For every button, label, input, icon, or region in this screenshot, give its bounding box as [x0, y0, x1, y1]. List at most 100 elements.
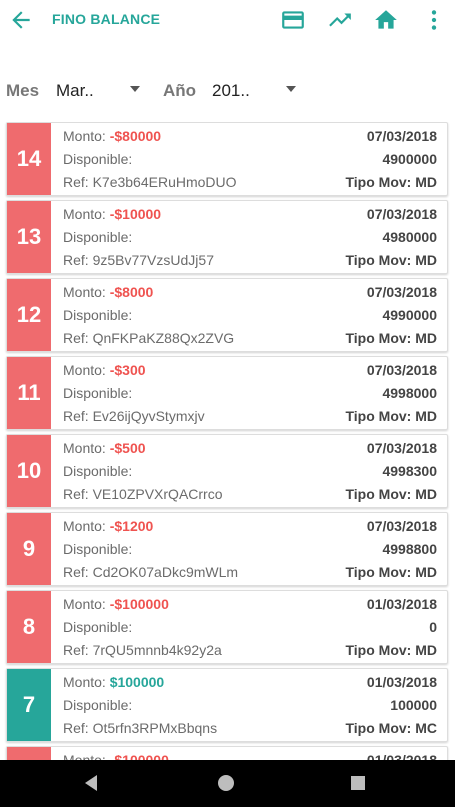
transaction-card[interactable]: 12 Monto: -$8000 Disponible: Ref: QnFKPaKZ8…: [6, 278, 448, 352]
nav-back-icon[interactable]: [85, 775, 97, 791]
movement-type: Tipo Mov: MC: [345, 720, 437, 736]
arrow-left-icon[interactable]: [8, 7, 34, 33]
amount-label: Monto:: [63, 206, 106, 222]
nav-recents-icon[interactable]: [351, 776, 365, 790]
more-vert-icon[interactable]: [421, 7, 447, 33]
ref-row: Ref: 7rQU5mnnb4k92y2a: [63, 642, 222, 658]
ref-row: Ref: QnFKPaKZ88Qx2ZVG: [63, 330, 234, 346]
transaction-card[interactable]: 7 Monto: $100000 Disponible: Ref: Ot5rfn3RP…: [6, 668, 448, 742]
year-label: Año: [163, 81, 197, 100]
ref-label: Ref:: [63, 252, 89, 268]
amount-label: Monto:: [63, 128, 106, 144]
transaction-card[interactable]: 10 Monto: -$500 Disponible: Ref: VE10ZPVXrQ…: [6, 434, 448, 508]
transaction-card[interactable]: 13 Monto: -$10000 Disponible: Ref: 9z5Bv77V…: [6, 200, 448, 274]
available-value: 4900000: [382, 151, 437, 167]
chevron-down-icon[interactable]: [286, 86, 296, 92]
chevron-down-icon[interactable]: [130, 86, 140, 92]
available-label: Disponible:: [63, 463, 133, 479]
amount-label: Monto:: [63, 440, 106, 456]
transaction-date: 07/03/2018: [366, 518, 437, 534]
available-value: 4998300: [382, 463, 437, 479]
filter-bar: Mes Mar.. Año 201..: [0, 72, 455, 108]
system-nav-bar: [0, 760, 455, 807]
available-value: 4990000: [382, 307, 437, 323]
transaction-number: 12: [7, 279, 51, 351]
app-title: FINO BALANCE: [52, 11, 161, 27]
month-label: Mes: [6, 81, 40, 100]
amount-row: Monto: -$8000: [63, 284, 153, 300]
ref-value: Ot5rfn3RPMxBbqns: [92, 720, 218, 736]
amount-label: Monto:: [63, 518, 106, 534]
available-label: Disponible:: [63, 697, 133, 713]
ref-value: 7rQU5mnnb4k92y2a: [92, 642, 222, 658]
ref-label: Ref:: [63, 330, 89, 346]
amount-value: -$100000: [109, 596, 169, 612]
amount-label: Monto:: [63, 596, 106, 612]
transaction-number: 13: [7, 201, 51, 273]
amount-label: Monto:: [63, 752, 106, 760]
ref-row: Ref: Ot5rfn3RPMxBbqns: [63, 720, 217, 736]
ref-value: VE10ZPVXrQACrrco: [92, 486, 223, 502]
movement-type: Tipo Mov: MD: [345, 486, 437, 502]
home-icon[interactable]: [373, 7, 399, 33]
movement-type: Tipo Mov: MD: [345, 564, 437, 580]
app-bar: FINO BALANCE: [0, 0, 455, 40]
trending-up-icon[interactable]: [327, 7, 353, 33]
amount-label: Monto:: [63, 284, 106, 300]
credit-card-icon[interactable]: [280, 7, 306, 33]
movement-type: Tipo Mov: MD: [345, 642, 437, 658]
transaction-number: 11: [7, 357, 51, 429]
available-label: Disponible:: [63, 151, 133, 167]
ref-row: Ref: VE10ZPVXrQACrrco: [63, 486, 223, 502]
movement-type: Tipo Mov: MD: [345, 252, 437, 268]
transaction-date: 01/03/2018: [366, 752, 437, 760]
transaction-card[interactable]: 8 Monto: -$100000 Disponible: Ref: 7rQU5mnn…: [6, 590, 448, 664]
movement-type: Tipo Mov: MD: [345, 174, 437, 190]
month-select[interactable]: Mar..: [56, 81, 94, 101]
transaction-number: 10: [7, 435, 51, 507]
amount-value: -$500: [109, 440, 146, 456]
available-value: 100000: [390, 697, 437, 713]
movement-type: Tipo Mov: MD: [345, 330, 437, 346]
transaction-date: 07/03/2018: [366, 284, 437, 300]
transaction-number: 8: [7, 591, 51, 663]
amount-value: -$1200: [109, 518, 154, 534]
transaction-card[interactable]: 14 Monto: -$80000 Disponible: Ref: K7e3b64E…: [6, 122, 448, 196]
ref-label: Ref:: [63, 408, 89, 424]
ref-label: Ref:: [63, 720, 89, 736]
ref-value: Ev26ijQyvStymxjv: [92, 408, 205, 424]
available-value: 4998800: [382, 541, 437, 557]
amount-row: Monto: -$100000: [63, 596, 169, 612]
ref-value: 9z5Bv77VzsUdJj57: [92, 252, 214, 268]
amount-row: Monto: -$300: [63, 362, 146, 378]
transaction-card[interactable]: 11 Monto: -$300 Disponible: Ref: Ev26ijQyvS…: [6, 356, 448, 430]
ref-value: QnFKPaKZ88Qx2ZVG: [92, 330, 235, 346]
available-label: Disponible:: [63, 619, 133, 635]
amount-label: Monto:: [63, 674, 106, 690]
ref-label: Ref:: [63, 174, 89, 190]
amount-label: Monto:: [63, 362, 106, 378]
amount-row: Monto: $100000: [63, 674, 164, 690]
ref-label: Ref:: [63, 564, 89, 580]
movement-type: Tipo Mov: MD: [345, 408, 437, 424]
available-value: 0: [429, 619, 437, 635]
transaction-card[interactable]: Monto: -$100000Disponible:Ref: 01/03/201…: [6, 746, 448, 760]
ref-row: Ref: Ev26ijQyvStymxjv: [63, 408, 205, 424]
amount-row: Monto: -$100000: [63, 752, 169, 760]
transaction-date: 07/03/2018: [366, 440, 437, 456]
ref-label: Ref:: [63, 486, 89, 502]
ref-row: Ref: K7e3b64ERuHmoDUO: [63, 174, 237, 190]
available-value: 4980000: [382, 229, 437, 245]
transaction-number: 14: [7, 123, 51, 195]
amount-row: Monto: -$10000: [63, 206, 161, 222]
amount-value: -$80000: [109, 128, 162, 144]
amount-row: Monto: -$1200: [63, 518, 153, 534]
year-select[interactable]: 201..: [212, 81, 250, 101]
transaction-number: [7, 747, 51, 760]
amount-value: -$100000: [109, 752, 169, 760]
ref-row: Ref: Cd2OK07aDkc9mWLm: [63, 564, 238, 580]
nav-home-icon[interactable]: [218, 775, 234, 791]
transaction-card[interactable]: 9 Monto: -$1200 Disponible: Ref: Cd2OK07aDk…: [6, 512, 448, 586]
amount-value: -$8000: [109, 284, 154, 300]
transactions-list[interactable]: 14 Monto: -$80000 Disponible: Ref: K7e3b64E…: [0, 122, 455, 760]
